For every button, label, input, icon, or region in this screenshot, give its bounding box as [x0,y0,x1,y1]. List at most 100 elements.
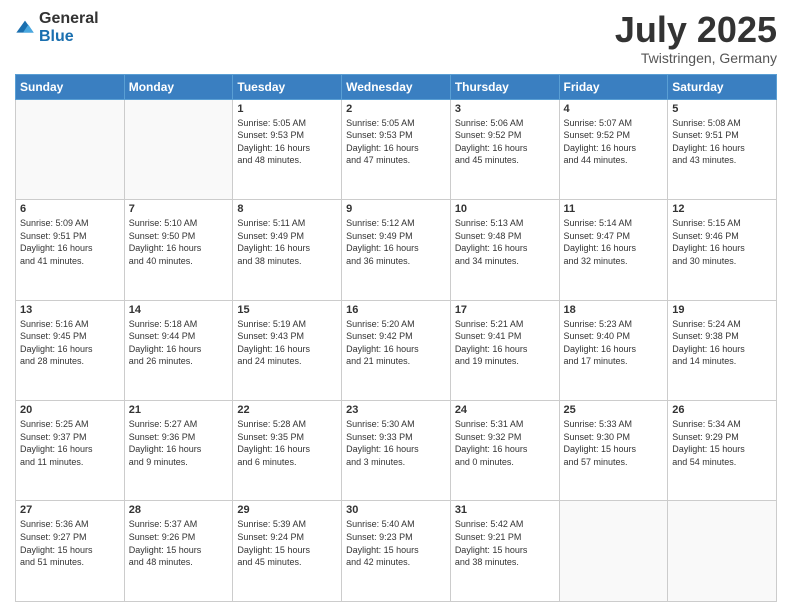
day-info: Sunrise: 5:28 AM Sunset: 9:35 PM Dayligh… [237,418,337,468]
day-info: Sunrise: 5:08 AM Sunset: 9:51 PM Dayligh… [672,117,772,167]
calendar-cell: 2 Sunrise: 5:05 AM Sunset: 9:53 PM Daylig… [342,99,451,199]
calendar-cell: 25 Sunrise: 5:33 AM Sunset: 9:30 PM Dayli… [559,401,668,501]
calendar-cell: 10Sunrise: 5:13 AM Sunset: 9:48 PM Dayli… [450,200,559,300]
weekday-header-row: Sunday Monday Tuesday Wednesday Thursday… [16,74,777,99]
day-info: Sunrise: 5:13 AM Sunset: 9:48 PM Dayligh… [455,217,555,267]
day-info: Sunrise: 5:09 AM Sunset: 9:51 PM Dayligh… [20,217,120,267]
logo-icon [15,18,35,38]
day-number: 12 [672,203,772,215]
location: Twistringen, Germany [615,50,777,66]
calendar-cell: 23 Sunrise: 5:30 AM Sunset: 9:33 PM Dayli… [342,401,451,501]
day-info: Sunrise: 5:15 AM Sunset: 9:46 PM Dayligh… [672,217,772,267]
day-info: Sunrise: 5:06 AM Sunset: 9:52 PM Dayligh… [455,117,555,167]
calendar-cell [668,501,777,602]
day-info: Sunrise: 5:23 AM Sunset: 9:40 PM Dayligh… [564,318,664,368]
day-info: Sunrise: 5:36 AM Sunset: 9:27 PM Dayligh… [20,518,120,568]
day-number: 15 [237,304,337,316]
calendar-cell: 9Sunrise: 5:12 AM Sunset: 9:49 PM Daylig… [342,200,451,300]
calendar-cell: 20 Sunrise: 5:25 AM Sunset: 9:37 PM Dayli… [16,401,125,501]
day-info: Sunrise: 5:25 AM Sunset: 9:37 PM Dayligh… [20,418,120,468]
calendar-cell [124,99,233,199]
day-number: 5 [672,103,772,115]
month-title: July 2025 [615,10,777,50]
calendar-cell: 8 Sunrise: 5:11 AM Sunset: 9:49 PM Daylig… [233,200,342,300]
day-number: 7 [129,203,229,215]
day-number: 6 [20,203,120,215]
calendar-cell: 12 Sunrise: 5:15 AM Sunset: 9:46 PM Dayli… [668,200,777,300]
calendar-week-2: 6 Sunrise: 5:09 AM Sunset: 9:51 PM Daylig… [16,200,777,300]
calendar-cell: 3Sunrise: 5:06 AM Sunset: 9:52 PM Daylig… [450,99,559,199]
calendar-cell: 7Sunrise: 5:10 AM Sunset: 9:50 PM Daylig… [124,200,233,300]
calendar-cell: 29Sunrise: 5:39 AM Sunset: 9:24 PM Dayli… [233,501,342,602]
calendar-cell: 14 Sunrise: 5:18 AM Sunset: 9:44 PM Dayli… [124,300,233,400]
day-info: Sunrise: 5:30 AM Sunset: 9:33 PM Dayligh… [346,418,446,468]
day-info: Sunrise: 5:21 AM Sunset: 9:41 PM Dayligh… [455,318,555,368]
day-info: Sunrise: 5:12 AM Sunset: 9:49 PM Dayligh… [346,217,446,267]
calendar-cell: 28Sunrise: 5:37 AM Sunset: 9:26 PM Dayli… [124,501,233,602]
calendar-cell: 31Sunrise: 5:42 AM Sunset: 9:21 PM Dayli… [450,501,559,602]
calendar-cell: 27Sunrise: 5:36 AM Sunset: 9:27 PM Dayli… [16,501,125,602]
calendar-cell: 1 Sunrise: 5:05 AM Sunset: 9:53 PM Daylig… [233,99,342,199]
header: General Blue July 2025 Twistringen, Germ… [15,10,777,66]
day-number: 8 [237,203,337,215]
calendar-cell: 4Sunrise: 5:07 AM Sunset: 9:52 PM Daylig… [559,99,668,199]
day-info: Sunrise: 5:34 AM Sunset: 9:29 PM Dayligh… [672,418,772,468]
day-info: Sunrise: 5:39 AM Sunset: 9:24 PM Dayligh… [237,518,337,568]
day-info: Sunrise: 5:05 AM Sunset: 9:53 PM Dayligh… [346,117,446,167]
day-info: Sunrise: 5:19 AM Sunset: 9:43 PM Dayligh… [237,318,337,368]
day-number: 21 [129,404,229,416]
day-info: Sunrise: 5:31 AM Sunset: 9:32 PM Dayligh… [455,418,555,468]
day-info: Sunrise: 5:05 AM Sunset: 9:53 PM Dayligh… [237,117,337,167]
day-info: Sunrise: 5:40 AM Sunset: 9:23 PM Dayligh… [346,518,446,568]
header-tuesday: Tuesday [233,74,342,99]
day-number: 11 [564,203,664,215]
logo-blue: Blue [39,28,74,45]
calendar-table: Sunday Monday Tuesday Wednesday Thursday… [15,74,777,602]
day-number: 2 [346,103,446,115]
calendar-cell: 6 Sunrise: 5:09 AM Sunset: 9:51 PM Daylig… [16,200,125,300]
day-info: Sunrise: 5:14 AM Sunset: 9:47 PM Dayligh… [564,217,664,267]
calendar-week-4: 20 Sunrise: 5:25 AM Sunset: 9:37 PM Dayli… [16,401,777,501]
logo-general: General [39,10,99,27]
day-info: Sunrise: 5:18 AM Sunset: 9:44 PM Dayligh… [129,318,229,368]
calendar-cell: 26 Sunrise: 5:34 AM Sunset: 9:29 PM Dayli… [668,401,777,501]
day-number: 17 [455,304,555,316]
day-info: Sunrise: 5:33 AM Sunset: 9:30 PM Dayligh… [564,418,664,468]
header-monday: Monday [124,74,233,99]
calendar-cell: 16Sunrise: 5:20 AM Sunset: 9:42 PM Dayli… [342,300,451,400]
day-number: 26 [672,404,772,416]
calendar-cell: 5 Sunrise: 5:08 AM Sunset: 9:51 PM Daylig… [668,99,777,199]
day-number: 20 [20,404,120,416]
calendar-cell: 13 Sunrise: 5:16 AM Sunset: 9:45 PM Dayli… [16,300,125,400]
calendar-week-5: 27Sunrise: 5:36 AM Sunset: 9:27 PM Dayli… [16,501,777,602]
header-wednesday: Wednesday [342,74,451,99]
page: General Blue July 2025 Twistringen, Germ… [0,0,792,612]
calendar-week-1: 1 Sunrise: 5:05 AM Sunset: 9:53 PM Daylig… [16,99,777,199]
title-section: July 2025 Twistringen, Germany [615,10,777,66]
day-info: Sunrise: 5:37 AM Sunset: 9:26 PM Dayligh… [129,518,229,568]
day-number: 14 [129,304,229,316]
logo: General Blue [15,10,99,46]
day-number: 24 [455,404,555,416]
day-number: 30 [346,504,446,516]
day-number: 18 [564,304,664,316]
day-info: Sunrise: 5:07 AM Sunset: 9:52 PM Dayligh… [564,117,664,167]
day-info: Sunrise: 5:11 AM Sunset: 9:49 PM Dayligh… [237,217,337,267]
day-number: 19 [672,304,772,316]
day-info: Sunrise: 5:16 AM Sunset: 9:45 PM Dayligh… [20,318,120,368]
header-saturday: Saturday [668,74,777,99]
calendar-cell: 24 Sunrise: 5:31 AM Sunset: 9:32 PM Dayli… [450,401,559,501]
day-number: 22 [237,404,337,416]
day-info: Sunrise: 5:24 AM Sunset: 9:38 PM Dayligh… [672,318,772,368]
calendar-cell: 30 Sunrise: 5:40 AM Sunset: 9:23 PM Dayli… [342,501,451,602]
day-number: 13 [20,304,120,316]
calendar-cell: 15 Sunrise: 5:19 AM Sunset: 9:43 PM Dayli… [233,300,342,400]
calendar-cell: 17 Sunrise: 5:21 AM Sunset: 9:41 PM Dayli… [450,300,559,400]
day-number: 23 [346,404,446,416]
day-number: 25 [564,404,664,416]
day-number: 1 [237,103,337,115]
calendar-cell: 18 Sunrise: 5:23 AM Sunset: 9:40 PM Dayli… [559,300,668,400]
header-sunday: Sunday [16,74,125,99]
calendar-week-3: 13 Sunrise: 5:16 AM Sunset: 9:45 PM Dayli… [16,300,777,400]
calendar-cell: 21Sunrise: 5:27 AM Sunset: 9:36 PM Dayli… [124,401,233,501]
